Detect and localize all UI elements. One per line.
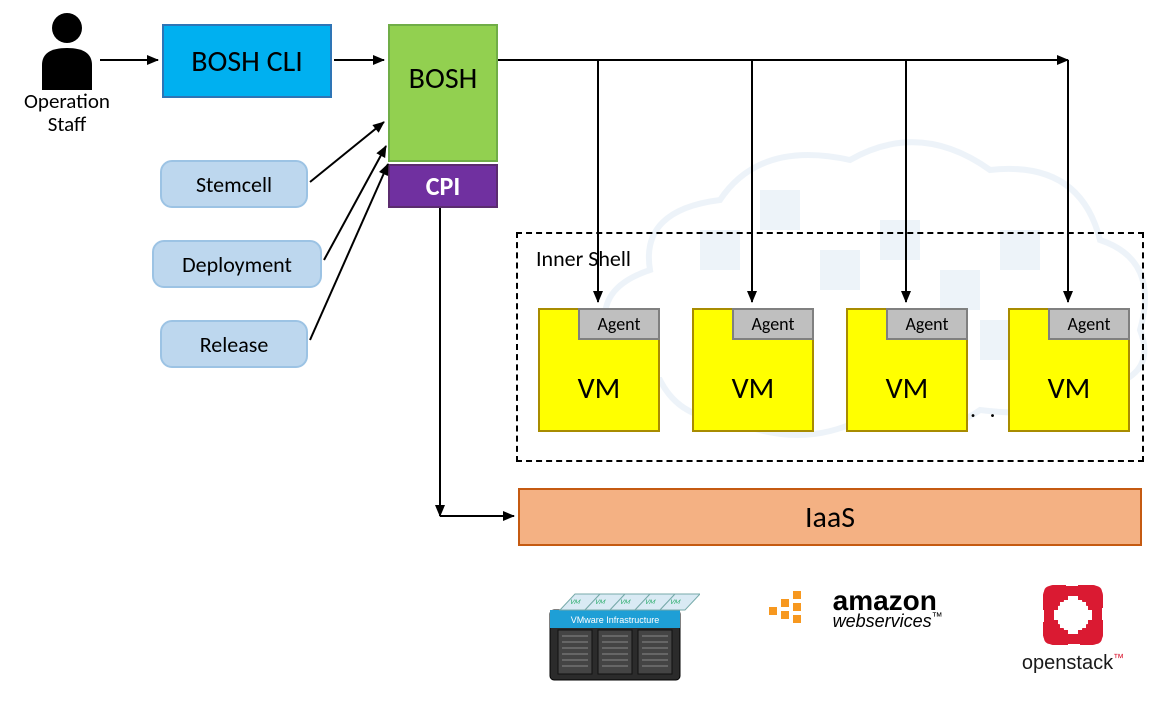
cpi-node: CPI: [388, 164, 498, 208]
vmware-provider: VMware Infrastructure VM VM VM VM VM: [530, 570, 700, 690]
agent-label: Agent: [905, 313, 948, 335]
agent-node: Agent: [578, 308, 660, 340]
iaas-node: IaaS: [518, 488, 1142, 546]
person-icon: [32, 10, 102, 90]
stemcell-input-node: Stemcell: [160, 160, 308, 208]
iaas-label: IaaS: [805, 499, 855, 536]
vm-label: VM: [848, 370, 966, 407]
vm-label: VM: [1010, 370, 1128, 407]
openstack-tm: ™: [1113, 652, 1124, 664]
bosh-node: BOSH: [388, 24, 498, 162]
agent-label: Agent: [1067, 313, 1110, 335]
agent-label: Agent: [751, 313, 794, 335]
agent-node: Agent: [732, 308, 814, 340]
release-label: Release: [200, 331, 269, 358]
bosh-label: BOSH: [409, 60, 478, 97]
openstack-name: openstack: [1022, 652, 1113, 674]
deployment-input-node: Deployment: [152, 240, 322, 288]
operation-staff-actor: Operation Staff: [12, 10, 122, 136]
aws-sub: webservices: [833, 611, 932, 631]
aws-provider: amazon webservices™: [765, 585, 955, 685]
stemcell-label: Stemcell: [196, 171, 272, 198]
agent-node: Agent: [1048, 308, 1130, 340]
openstack-logo-icon: [1038, 580, 1108, 650]
deployment-label: Deployment: [182, 251, 292, 278]
vm-node: Agent VM: [846, 308, 968, 432]
aws-tm: ™: [932, 611, 943, 623]
inner-shell-label: Inner Shell: [536, 245, 631, 272]
vm-label: VM: [694, 370, 812, 407]
openstack-provider: openstack™: [988, 580, 1158, 690]
agent-node: Agent: [886, 308, 968, 340]
release-input-node: Release: [160, 320, 308, 368]
vm-node: Agent VM: [538, 308, 660, 432]
vmware-label: VMware Infrastructure: [571, 615, 660, 625]
agent-label: Agent: [597, 313, 640, 335]
operation-staff-label: Operation Staff: [12, 90, 122, 136]
server-rack-icon: VMware Infrastructure VM VM VM VM VM: [530, 570, 700, 690]
vm-node: Agent VM: [692, 308, 814, 432]
vm-node: Agent VM: [1008, 308, 1130, 432]
bosh-cli-label: BOSH CLI: [191, 43, 303, 80]
bosh-cli-node: BOSH CLI: [162, 24, 332, 98]
vm-label: VM: [540, 370, 658, 407]
cpi-label: CPI: [426, 170, 461, 202]
aws-logo-icon: [765, 585, 825, 625]
